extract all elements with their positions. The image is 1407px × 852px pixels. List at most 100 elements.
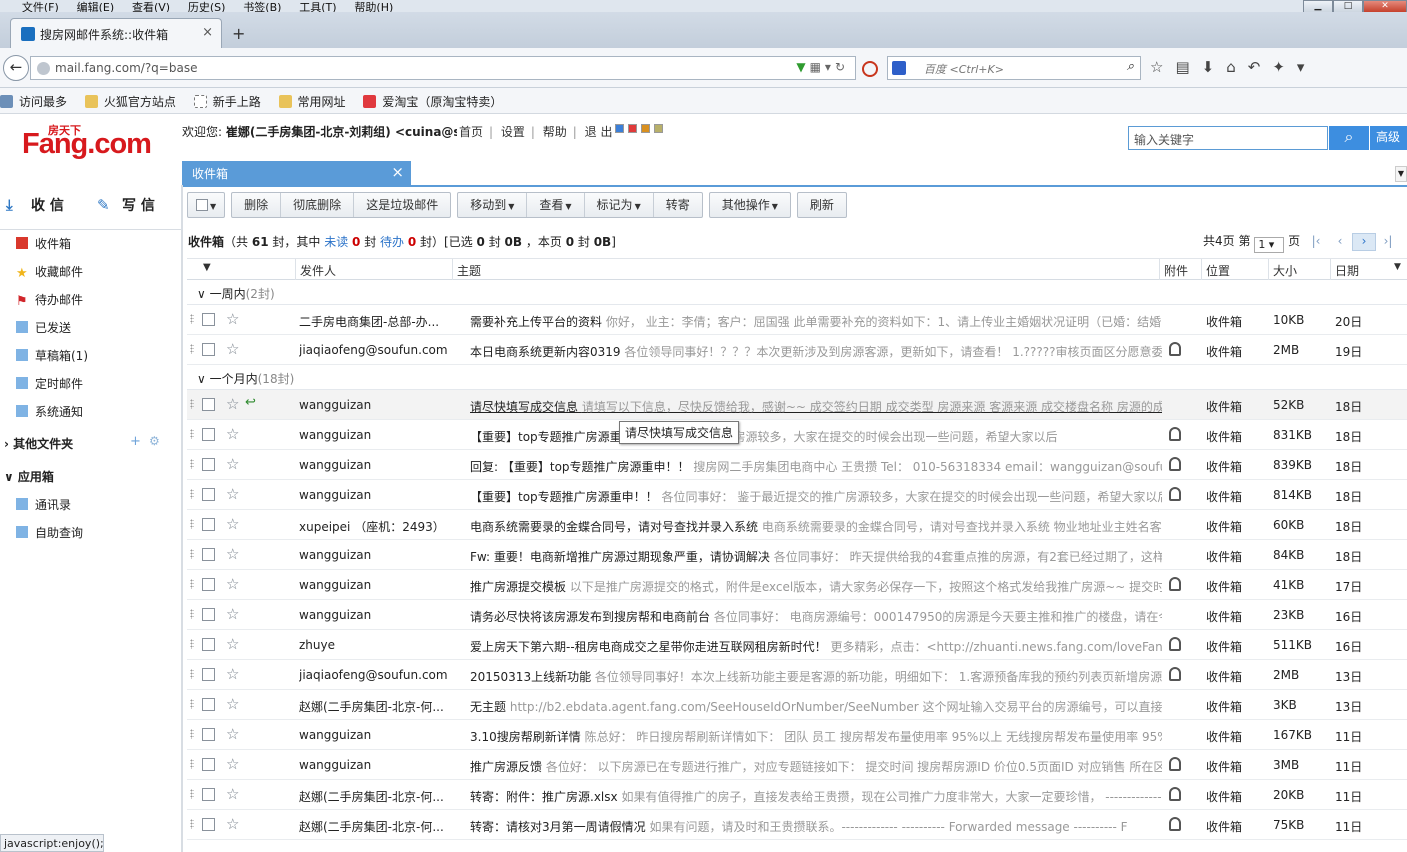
- drag-handle-icon[interactable]: [190, 344, 194, 354]
- receive-button[interactable]: ⤓ 收 信: [6, 195, 64, 215]
- sender[interactable]: wangguizan: [299, 458, 451, 472]
- fang-logo[interactable]: 房天下 Fang.com: [22, 125, 152, 161]
- subject[interactable]: 3.10搜房帮刷新详情 陈总好： 昨日搜房帮刷新详情如下： 团队 员工 搜房帮发…: [470, 728, 1162, 745]
- table-row[interactable]: ☆ wangguizan 推广房源提交模板 以下是推广房源提交的格式，附件是exce…: [187, 570, 1407, 600]
- star-icon[interactable]: ☆: [226, 635, 239, 653]
- forward-button[interactable]: 转寄: [654, 193, 702, 217]
- col-subject[interactable]: 主题: [457, 262, 481, 279]
- drag-handle-icon[interactable]: [190, 399, 194, 409]
- sidebar-item-scheduled[interactable]: 定时邮件: [16, 375, 83, 392]
- bookmark-firefox[interactable]: 火狐官方站点: [84, 93, 176, 110]
- menu-bookmarks[interactable]: 书签(B): [243, 1, 281, 12]
- chevron-down-icon[interactable]: ▼: [1394, 262, 1401, 272]
- mail-search-button[interactable]: ⌕: [1329, 126, 1369, 150]
- drag-handle-icon[interactable]: [190, 639, 194, 649]
- extension-icon[interactable]: ✦: [1272, 58, 1285, 76]
- row-checkbox[interactable]: [202, 638, 215, 651]
- menu-icon[interactable]: ▾: [1297, 58, 1305, 76]
- page-select[interactable]: 1 ▾: [1254, 237, 1285, 253]
- row-checkbox[interactable]: [202, 518, 215, 531]
- move-to-button[interactable]: 移动到 ▼: [458, 193, 528, 217]
- subject[interactable]: 请务必尽快将该房源发布到搜房帮和电商前台 各位同事好： 电商房源编号：00014…: [470, 608, 1162, 625]
- home-icon[interactable]: ⌂: [1226, 58, 1236, 76]
- drag-handle-icon[interactable]: [190, 549, 194, 559]
- group-header[interactable]: ∨ 一周内(2封): [187, 281, 1407, 305]
- sender[interactable]: wangguizan: [299, 488, 451, 502]
- table-row[interactable]: ☆ 赵娜(二手房集团-北京-何... 转寄：请核对3月第一周请假情况 如果有问题，请…: [187, 810, 1407, 840]
- subject[interactable]: 本日电商系统更新内容0319 各位领导同事好！？？？本次更新涉及到房源客源，更新…: [470, 343, 1162, 360]
- table-row[interactable]: ☆ 赵娜(二手房集团-北京-何... 转寄：附件：推广房源.xlsx 如果有值得推广…: [187, 780, 1407, 810]
- row-checkbox[interactable]: [202, 728, 215, 741]
- group-header[interactable]: ∨ 一个月内(18封): [187, 366, 1407, 390]
- drag-handle-icon[interactable]: [190, 729, 194, 739]
- undo-icon[interactable]: ↶: [1248, 58, 1261, 76]
- sender[interactable]: wangguizan: [299, 398, 451, 412]
- subject[interactable]: 需要补充上传平台的资料 你好， 业主：李倩；客户：屈国强 此单需要补充的资料如下…: [470, 313, 1162, 330]
- advanced-search-button[interactable]: 高级: [1370, 126, 1407, 150]
- col-location[interactable]: 位置: [1206, 262, 1230, 279]
- menu-edit[interactable]: 编辑(E): [77, 1, 115, 12]
- drag-handle-icon[interactable]: [190, 579, 194, 589]
- row-checkbox[interactable]: [202, 548, 215, 561]
- sidebar-item-inbox[interactable]: 收件箱: [16, 235, 71, 252]
- skin-blue[interactable]: [615, 124, 624, 133]
- drag-handle-icon[interactable]: [190, 699, 194, 709]
- col-size[interactable]: 大小: [1273, 262, 1297, 279]
- close-icon[interactable]: ×: [391, 163, 404, 181]
- browser-search-input[interactable]: 百度 <Ctrl+K> ⌕: [887, 56, 1141, 80]
- menu-tools[interactable]: 工具(T): [299, 1, 336, 12]
- drag-handle-icon[interactable]: [190, 429, 194, 439]
- sender[interactable]: zhuye: [299, 638, 451, 652]
- todo-link[interactable]: 待办: [380, 235, 404, 249]
- subject[interactable]: 推广房源反馈 各位好： 以下房源已在专题进行推广，对应专题链接如下： 提交时间 …: [470, 758, 1162, 775]
- sender[interactable]: 赵娜(二手房集团-北京-何...: [299, 698, 451, 715]
- sender[interactable]: 赵娜(二手房集团-北京-何...: [299, 788, 451, 805]
- star-icon[interactable]: ☆: [226, 785, 239, 803]
- star-icon[interactable]: ☆: [226, 725, 239, 743]
- permanent-delete-button[interactable]: 彻底删除: [281, 193, 355, 217]
- star-icon[interactable]: ☆: [226, 665, 239, 683]
- other-folders-header[interactable]: › 其他文件夹: [4, 435, 73, 452]
- menu-help[interactable]: 帮助(H): [354, 1, 393, 12]
- row-checkbox[interactable]: [202, 343, 215, 356]
- row-checkbox[interactable]: [202, 313, 215, 326]
- subject[interactable]: 请尽快填写成交信息 请填写以下信息，尽快反馈给我，感谢~~ 成交签约日期 成交类…: [470, 398, 1162, 415]
- subject[interactable]: 20150313上线新功能 各位领导同事好！本次上线新功能主要是客源的新功能，明…: [470, 668, 1162, 685]
- row-checkbox[interactable]: [202, 578, 215, 591]
- sender[interactable]: wangguizan: [299, 608, 451, 622]
- new-tab-icon[interactable]: +: [232, 24, 245, 43]
- sender[interactable]: wangguizan: [299, 548, 451, 562]
- subject[interactable]: 【重要】top专题推广房源重申！！ 各位同事好： 鉴于最近提交的推广房源较多，大…: [470, 488, 1162, 505]
- star-icon[interactable]: ☆: [226, 485, 239, 503]
- drag-handle-icon[interactable]: [190, 609, 194, 619]
- row-checkbox[interactable]: [202, 488, 215, 501]
- sender[interactable]: xupeipei （座机：2493）: [299, 518, 451, 535]
- row-checkbox[interactable]: [202, 698, 215, 711]
- table-row[interactable]: ☆ wangguizan 推广房源反馈 各位好： 以下房源已在专题进行推广，对应专题…: [187, 750, 1407, 780]
- table-row[interactable]: ☆ jiaqiaofeng@soufun.com 本日电商系统更新内容0319 各位…: [187, 335, 1407, 365]
- chevron-down-icon[interactable]: ▼: [1395, 166, 1407, 182]
- view-button[interactable]: 查看 ▼: [527, 193, 585, 217]
- star-icon[interactable]: ☆: [226, 455, 239, 473]
- table-row[interactable]: ☆ wangguizan 回复: 【重要】top专题推广房源重申！！ 搜房网二手房集…: [187, 450, 1407, 480]
- drag-handle-icon[interactable]: [190, 519, 194, 529]
- mail-search-input[interactable]: 输入关键字: [1128, 126, 1328, 150]
- prev-page-icon[interactable]: ‹: [1328, 234, 1352, 252]
- refresh-button[interactable]: 刷新: [798, 193, 846, 217]
- link-help[interactable]: 帮助: [543, 125, 567, 139]
- star-icon[interactable]: ☆: [226, 545, 239, 563]
- star-icon[interactable]: ☆: [226, 755, 239, 773]
- table-row[interactable]: ☆ wangguizan Fw: 重要！电商新增推广房源过期现象严重，请协调解决 各…: [187, 540, 1407, 570]
- delete-button[interactable]: 删除: [232, 193, 282, 217]
- star-icon[interactable]: ☆: [226, 815, 239, 833]
- sidebar-item-drafts[interactable]: 草稿箱(1): [16, 347, 88, 364]
- link-home[interactable]: 首页: [459, 125, 483, 139]
- subject[interactable]: Fw: 重要！电商新增推广房源过期现象严重，请协调解决 各位同事好： 昨天提供给…: [470, 548, 1162, 565]
- menu-history[interactable]: 历史(S): [188, 1, 226, 12]
- drag-handle-icon[interactable]: [190, 314, 194, 324]
- subject[interactable]: 推广房源提交模板 以下是推广房源提交的格式，附件是excel版本，请大家务必保存…: [470, 578, 1162, 595]
- bookmark-star-icon[interactable]: ☆: [1150, 58, 1163, 76]
- table-row[interactable]: ☆ wangguizan 3.10搜房帮刷新详情 陈总好： 昨日搜房帮刷新详情如下：…: [187, 720, 1407, 750]
- table-row[interactable]: ☆ xupeipei （座机：2493） 电商系统需要录的金蝶合同号，请对号查找并录…: [187, 510, 1407, 540]
- table-row[interactable]: ☆ 二手房电商集团-总部-办... 需要补充上传平台的资料 你好， 业主：李倩；客户…: [187, 305, 1407, 335]
